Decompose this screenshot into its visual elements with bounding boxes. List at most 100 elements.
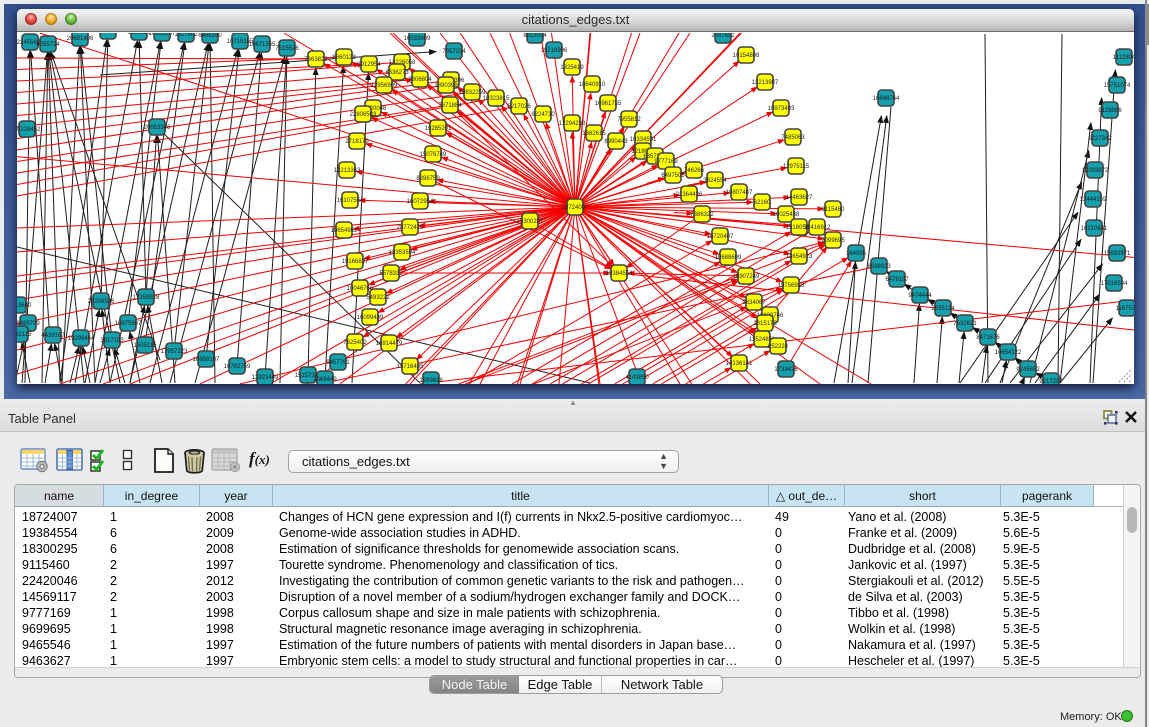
svg-text:17957223: 17957223	[161, 349, 188, 355]
svg-text:8396759: 8396759	[416, 176, 440, 182]
svg-text:1362615: 1362615	[582, 131, 606, 137]
svg-text:2087682: 2087682	[711, 33, 735, 39]
svg-text:7357234: 7357234	[442, 49, 466, 55]
svg-text:4439167: 4439167	[41, 333, 65, 339]
svg-text:10228452: 10228452	[17, 127, 41, 133]
svg-text:7663822: 7663822	[304, 57, 328, 63]
svg-text:2718179: 2718179	[345, 139, 369, 145]
svg-text:1999828: 1999828	[419, 378, 443, 384]
svg-text:164095: 164095	[846, 251, 867, 257]
svg-text:16914479: 16914479	[376, 341, 403, 347]
svg-text:22806503: 22806503	[350, 112, 377, 118]
svg-text:10958107: 10958107	[193, 357, 220, 363]
svg-text:16099489: 16099489	[357, 315, 384, 321]
svg-text:1527602: 1527602	[174, 33, 198, 38]
svg-text:17016504: 17016504	[1101, 281, 1128, 287]
svg-text:7625402: 7625402	[343, 340, 367, 346]
svg-text:16210641: 16210641	[1081, 226, 1108, 232]
svg-text:62160: 62160	[754, 200, 771, 206]
svg-text:252224: 252224	[768, 344, 789, 350]
svg-text:8938923: 8938923	[867, 264, 891, 270]
svg-text:12444159: 12444159	[1080, 197, 1107, 203]
svg-text:6479197: 6479197	[885, 277, 909, 283]
svg-text:18724007: 18724007	[562, 205, 589, 211]
svg-text:5578332: 5578332	[379, 271, 403, 277]
svg-text:7485063: 7485063	[781, 135, 805, 141]
svg-text:15076749: 15076749	[420, 152, 447, 158]
svg-text:8990443: 8990443	[604, 139, 628, 145]
svg-text:17956909: 17956909	[371, 83, 398, 89]
svg-text:15692971: 15692971	[1104, 251, 1131, 257]
svg-text:16072954: 16072954	[407, 199, 434, 205]
svg-text:7386322: 7386322	[690, 212, 714, 218]
svg-text:5682115: 5682115	[17, 332, 32, 338]
svg-text:19756928: 19756928	[778, 283, 805, 289]
svg-text:9115460: 9115460	[822, 207, 846, 213]
svg-text:4143890: 4143890	[625, 375, 649, 381]
svg-text:20813640: 20813640	[17, 303, 32, 309]
svg-text:20772475: 20772475	[397, 225, 424, 231]
svg-text:21364436: 21364436	[676, 192, 703, 198]
svg-text:6217026: 6217026	[507, 104, 531, 110]
svg-text:20691406: 20691406	[67, 36, 94, 42]
svg-text:746266: 746266	[684, 168, 705, 174]
svg-text:9129966: 9129966	[1098, 108, 1122, 114]
svg-text:4055724: 4055724	[36, 42, 60, 48]
svg-text:7632621: 7632621	[953, 321, 977, 327]
svg-text:1815172: 1815172	[753, 321, 777, 327]
svg-text:15716485: 15716485	[397, 364, 424, 370]
svg-text:2935134: 2935134	[931, 306, 955, 312]
svg-text:10154808: 10154808	[733, 53, 760, 59]
svg-text:16961755: 16961755	[595, 101, 622, 107]
svg-text:12093872: 12093872	[1082, 168, 1109, 174]
svg-text:8912954: 8912954	[357, 62, 381, 68]
svg-text:19384554: 19384554	[606, 271, 633, 277]
svg-text:9245652: 9245652	[1016, 367, 1040, 373]
svg-text:10807487: 10807487	[726, 190, 753, 196]
svg-text:9834067: 9834067	[742, 300, 766, 306]
svg-text:20206536: 20206536	[88, 299, 115, 305]
svg-text:12213987: 12213987	[752, 80, 779, 86]
svg-text:14136141: 14136141	[726, 361, 753, 367]
svg-text:19654952: 19654952	[331, 228, 358, 234]
svg-text:17359928: 17359928	[133, 295, 160, 301]
svg-text:9217207: 9217207	[1039, 379, 1063, 384]
svg-text:8336273: 8336273	[385, 70, 409, 76]
svg-text:9099695: 9099695	[821, 238, 845, 244]
svg-text:9457791: 9457791	[326, 360, 350, 366]
svg-text:6497505: 6497505	[661, 173, 685, 179]
svg-text:1733426: 1733426	[774, 367, 798, 373]
svg-text:12294238: 12294238	[559, 121, 586, 127]
svg-text:3624554: 3624554	[703, 178, 727, 184]
svg-text:6466160: 6466160	[198, 33, 222, 39]
svg-text:7955812: 7955812	[617, 117, 641, 123]
svg-text:12975115: 12975115	[783, 164, 810, 170]
svg-text:10688609: 10688609	[715, 255, 742, 261]
svg-text:9777169: 9777169	[654, 159, 678, 165]
svg-text:1112804: 1112804	[1113, 55, 1134, 61]
svg-text:10653287: 10653287	[149, 33, 176, 37]
svg-text:4735650: 4735650	[96, 33, 120, 35]
svg-text:20053346: 20053346	[144, 125, 171, 131]
svg-text:19285201: 19285201	[425, 126, 452, 132]
svg-text:13654923: 13654923	[786, 254, 813, 260]
svg-text:19218906: 19218906	[541, 48, 568, 54]
svg-text:18640910: 18640910	[579, 82, 606, 88]
svg-text:8806804: 8806804	[408, 77, 432, 83]
svg-text:9474444: 9474444	[908, 293, 932, 299]
svg-text:13353594: 13353594	[389, 250, 416, 256]
svg-text:19166827: 19166827	[342, 259, 369, 265]
svg-text:3917183: 3917183	[100, 338, 124, 344]
svg-text:1890399: 1890399	[434, 83, 458, 89]
svg-text:16782759: 16782759	[224, 364, 251, 370]
svg-text:12923449: 12923449	[252, 375, 279, 381]
svg-text:10025438: 10025438	[773, 212, 800, 218]
svg-text:7671884: 7671884	[438, 103, 462, 109]
svg-text:16648764: 16648764	[873, 96, 900, 102]
svg-text:2066449: 2066449	[313, 377, 337, 383]
svg-text:7515526: 7515526	[275, 46, 299, 52]
svg-text:10323815: 10323815	[483, 96, 510, 102]
svg-text:5493222: 5493222	[366, 295, 390, 301]
svg-text:8660123: 8660123	[332, 55, 356, 61]
svg-text:8471676: 8471676	[976, 335, 1000, 341]
